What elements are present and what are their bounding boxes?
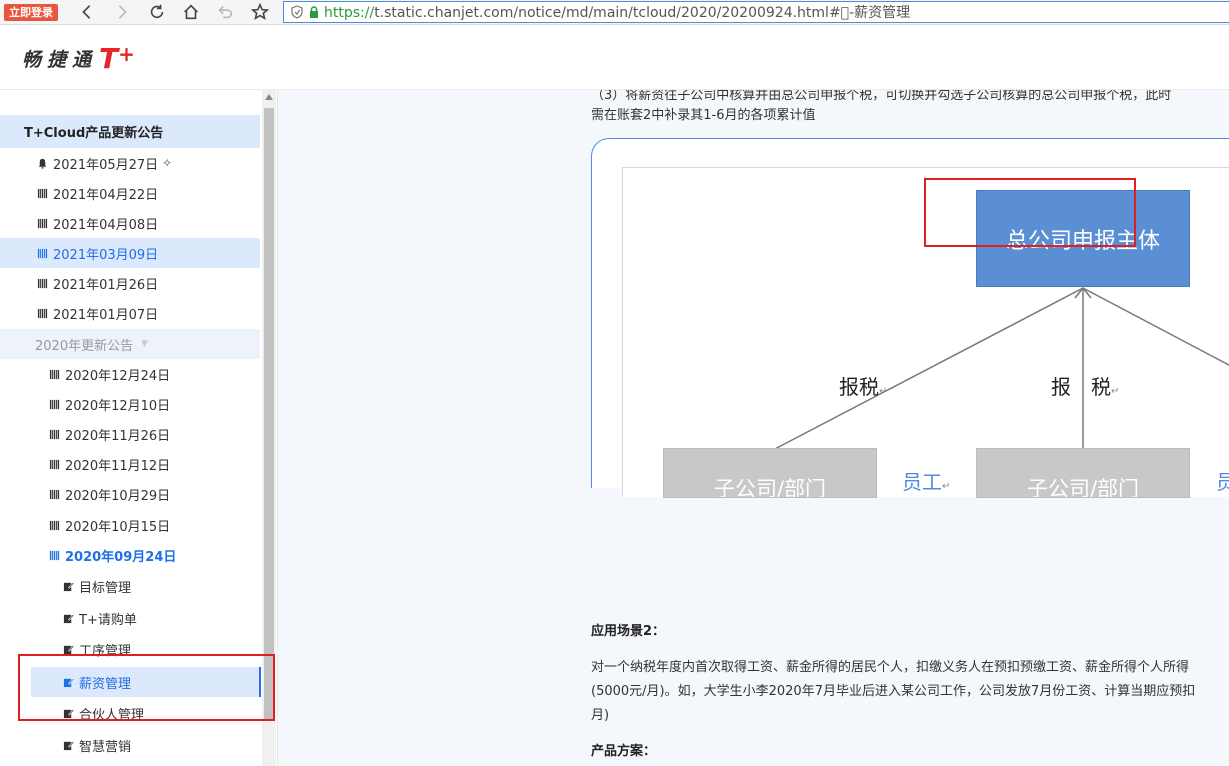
- product-plan-title: 产品方案：: [591, 744, 657, 759]
- diagram-label-tax-mid: 报 税↵: [1051, 375, 1120, 399]
- book-icon: [48, 428, 60, 440]
- sidebar-item-20210408[interactable]: 2021年04月08日: [0, 208, 260, 238]
- section-title: T+Cloud产品更新公告: [24, 126, 164, 141]
- scrollbar-thumb[interactable]: [264, 108, 274, 720]
- text-line-accumulated: 需在账套2中补录其1-6月的各项累计值: [591, 108, 816, 123]
- book-icon: [48, 519, 60, 531]
- sidebar-nav: T+Cloud产品更新公告 2021年05月27日 ✧ 2021年04月22日 …: [0, 90, 278, 766]
- bookmark-button[interactable]: [248, 1, 272, 23]
- chanjet-logo[interactable]: 畅捷通 T +: [22, 42, 135, 75]
- sidebar-item-label: 2020年11月26日: [65, 428, 171, 444]
- paragraph-line-3: 月): [591, 708, 610, 723]
- sidebar-item-label: 2021年01月26日: [53, 277, 159, 293]
- sparkle-icon: ✧: [162, 156, 173, 170]
- diagram-label-employee-left: 员工↵: [902, 470, 951, 494]
- sidebar-item-20201029[interactable]: 2020年10月29日: [0, 479, 260, 509]
- sidebar-group-2020[interactable]: 2020年更新公告 ▼: [0, 329, 260, 359]
- home-icon: [184, 4, 198, 20]
- home-button[interactable]: [179, 1, 203, 23]
- url-text: https://t.static.chanjet.com/notice/md/m…: [324, 2, 910, 22]
- undo-icon: [218, 6, 233, 19]
- url-path: t.static.chanjet.com/notice/md/main/tclo…: [374, 5, 911, 21]
- edit-doc-icon: [62, 612, 74, 624]
- paragraph-line-1: 对一个纳税年度内首次取得工资、薪金所得的居民个人，扣缴义务人在预扣预缴工资、薪金…: [591, 660, 1190, 675]
- sidebar-item-label: 2021年01月07日: [53, 307, 159, 323]
- back-button[interactable]: [75, 1, 99, 23]
- sidebar-item-20210527[interactable]: 2021年05月27日 ✧: [0, 148, 260, 178]
- sidebar-section-tcloud[interactable]: T+Cloud产品更新公告: [0, 115, 260, 148]
- edit-doc-icon: [62, 739, 74, 751]
- forward-button[interactable]: [110, 1, 134, 23]
- logo-t-mark: T: [99, 42, 119, 75]
- sidebar-item-label: 2021年05月27日: [53, 157, 159, 173]
- lock-icon: [310, 6, 318, 18]
- sidebar-subitem-smart-marketing[interactable]: 智慧营销: [0, 730, 260, 760]
- diagram-label-tax-left: 报税↵: [839, 375, 888, 399]
- sidebar-item-20210126[interactable]: 2021年01月26日: [0, 268, 260, 298]
- logo-chinese-text: 畅捷通: [22, 49, 98, 71]
- sidebar-item-label: 目标管理: [79, 580, 132, 596]
- partial-text-line: （3）将薪资往子公司中核算并由总公司申报个税，可切换并勾选子公司核算的总公司申报…: [591, 90, 1172, 103]
- book-icon: [36, 187, 48, 199]
- browser-toolbar: 立即登录 https://t.static.chanjet.com/notice…: [0, 0, 1229, 25]
- scroll-up-arrow-icon[interactable]: [262, 94, 276, 104]
- diagram-box-subsidiary-mid: 子公司/部门: [976, 448, 1190, 498]
- sidebar-item-20210422[interactable]: 2021年04月22日: [0, 178, 260, 208]
- sidebar-item-label: 2020年11月12日: [65, 458, 171, 474]
- book-icon: [36, 217, 48, 229]
- group-label: 2020年更新公告: [35, 338, 134, 354]
- sidebar-subitem-target-management[interactable]: 目标管理: [0, 571, 260, 601]
- sidebar-item-label: 智慧营销: [79, 739, 132, 755]
- diagram-box-subsidiary-left: 子公司/部门: [663, 448, 877, 498]
- highlight-box-salary: [18, 654, 275, 721]
- sidebar-item-label: 2020年09月24日: [65, 549, 177, 565]
- sidebar-item-label: 2021年04月22日: [53, 187, 159, 203]
- logo-plus-mark: +: [118, 42, 135, 66]
- address-bar[interactable]: https://t.static.chanjet.com/notice/md/m…: [283, 1, 1229, 23]
- shield-icon: [291, 5, 303, 19]
- book-icon: [36, 307, 48, 319]
- article-content: （3）将薪资往子公司中核算并由总公司申报个税，可切换并勾选子公司核算的总公司申报…: [279, 90, 1229, 766]
- forward-arrow-icon: [118, 5, 127, 19]
- sidebar-item-20201015[interactable]: 2020年10月15日: [0, 510, 260, 540]
- scene-2-title: 应用场景2：: [591, 624, 666, 639]
- sidebar-item-label: 2020年12月24日: [65, 368, 171, 384]
- edit-doc-icon: [62, 580, 74, 592]
- sidebar-item-label: 2021年04月08日: [53, 217, 159, 233]
- sidebar-item-20201112[interactable]: 2020年11月12日: [0, 449, 260, 479]
- sidebar-item-label: 2020年10月15日: [65, 519, 171, 535]
- sidebar-item-20210107[interactable]: 2021年01月07日: [0, 298, 260, 328]
- book-icon: [48, 458, 60, 470]
- sidebar-item-20201224[interactable]: 2020年12月24日: [0, 359, 260, 389]
- book-icon: [36, 277, 48, 289]
- sidebar-item-20201126[interactable]: 2020年11月26日: [0, 419, 260, 449]
- site-header: 畅捷通 T +: [0, 25, 1229, 90]
- sidebar-item-20201210[interactable]: 2020年12月10日: [0, 389, 260, 419]
- book-icon: [48, 368, 60, 380]
- star-icon: [251, 3, 269, 20]
- paragraph-line-2: (5000元/月)。如，大学生小李2020年7月毕业后进入某公司工作，公司发放7…: [591, 684, 1196, 699]
- book-icon: [48, 488, 60, 500]
- url-scheme: https://: [324, 5, 375, 21]
- reload-icon: [150, 4, 164, 19]
- sidebar-item-label: 2021年03月09日: [53, 247, 159, 263]
- sidebar-item-label: 2020年12月10日: [65, 398, 171, 414]
- sidebar-subitem-purchase-request[interactable]: T+请购单: [0, 603, 260, 633]
- back-arrow-icon: [82, 5, 91, 19]
- sidebar-item-20200924[interactable]: 2020年09月24日: [0, 540, 260, 570]
- diagram-card: 总公司申报主体 报税↵ 报 税↵ 子公司/部门 子公司/部门 员工↵ 员: [591, 138, 1229, 498]
- login-badge[interactable]: 立即登录: [4, 4, 58, 21]
- sidebar-item-label: 2020年10月29日: [65, 488, 171, 504]
- diagram-label-employee-right: 员: [1216, 470, 1229, 494]
- book-icon: [36, 247, 48, 259]
- caret-down-icon: ▼: [141, 339, 149, 349]
- highlight-box-head-office: [924, 178, 1136, 247]
- book-icon: [48, 398, 60, 410]
- sidebar-item-20210309[interactable]: 2021年03月09日: [0, 238, 260, 268]
- book-open-icon: [48, 549, 60, 561]
- undo-close-button[interactable]: [213, 1, 237, 23]
- sidebar-item-label: T+请购单: [79, 612, 137, 628]
- reload-button[interactable]: [145, 1, 169, 23]
- bell-icon: [36, 157, 48, 169]
